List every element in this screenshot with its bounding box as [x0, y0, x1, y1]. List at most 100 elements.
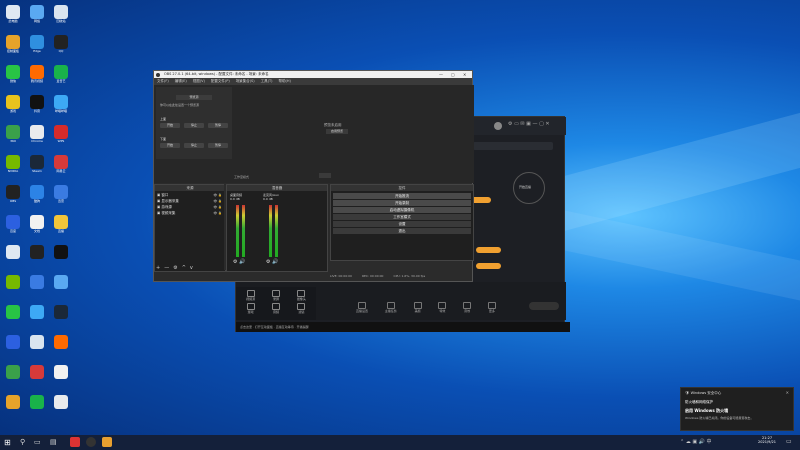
desktop-icon[interactable]: [26, 304, 48, 328]
desktop-icon[interactable]: [26, 334, 48, 358]
panel-button[interactable]: 暂停: [208, 123, 228, 128]
desktop-icon[interactable]: 控制面板: [2, 34, 24, 58]
desktop-icon[interactable]: 360: [2, 124, 24, 148]
bottom-tool[interactable]: 直播设置: [356, 302, 368, 316]
desktop-icon[interactable]: 游戏: [2, 94, 24, 118]
menu-item[interactable]: 文件(F): [157, 79, 169, 83]
desktop-icon[interactable]: Chrome: [26, 124, 48, 148]
notification-icon[interactable]: ▭: [786, 438, 792, 445]
desktop-icon[interactable]: [2, 274, 24, 298]
control-button[interactable]: 退出: [333, 228, 471, 234]
desktop-icon[interactable]: 直播: [50, 214, 72, 238]
menu-item[interactable]: 工具(T): [261, 79, 273, 83]
panel-button[interactable]: 开始: [160, 123, 180, 128]
desktop-icon[interactable]: QQ: [50, 34, 72, 58]
desktop-icon[interactable]: [26, 244, 48, 268]
live-tool[interactable]: 录屏: [264, 290, 287, 301]
taskbar-app-icon[interactable]: [102, 437, 112, 447]
minimize-icon[interactable]: —: [439, 71, 443, 78]
desktop-icon[interactable]: 迅雷: [50, 184, 72, 208]
desktop-icon[interactable]: 网络: [26, 4, 48, 28]
panel-button[interactable]: 停止: [184, 123, 204, 128]
desktop-icon[interactable]: [50, 394, 72, 418]
list-toolbar-button[interactable]: ^: [182, 265, 186, 271]
start-icon[interactable]: ⊞: [4, 438, 13, 447]
taskbar-app-icon[interactable]: [70, 437, 80, 447]
orange-toggle[interactable]: [476, 263, 501, 269]
mute-icon[interactable]: ⚙ 🔊: [266, 259, 278, 265]
eye-icon[interactable]: 👁 🔒: [214, 210, 223, 216]
desktop-icon[interactable]: [2, 334, 24, 358]
desktop-icon[interactable]: [2, 244, 24, 268]
obs-window[interactable]: OBS 27.0.1 (64-bit, windows) - 配置文件: 未命名…: [153, 70, 474, 282]
mute-icon[interactable]: ⚙ 🔊: [233, 259, 245, 265]
task-view-icon[interactable]: ▭: [34, 438, 41, 446]
desktop-icon[interactable]: 微信: [2, 64, 24, 88]
security-toast[interactable]: 🛡 Windows 安全中心 ✕ 防火墙和网络保护 启用 Windows 防火墙…: [680, 387, 794, 431]
live-tool[interactable]: 视频源: [239, 290, 262, 301]
file-explorer-icon[interactable]: ▤: [50, 438, 57, 446]
panel-button[interactable]: 停止: [184, 143, 204, 148]
control-button[interactable]: 启动虚拟摄像机: [333, 207, 471, 213]
menu-item[interactable]: 帮助(H): [279, 79, 291, 83]
desktop-icon[interactable]: WPS: [50, 124, 72, 148]
list-toolbar-button[interactable]: ⚙: [173, 265, 177, 271]
maximize-icon[interactable]: ▢: [451, 71, 455, 78]
bottom-tool[interactable]: 特效: [438, 302, 447, 316]
desktop-icon[interactable]: [50, 304, 72, 328]
desktop-icon[interactable]: 文档: [26, 214, 48, 238]
desktop-icon[interactable]: [50, 274, 72, 298]
list-toolbar-button[interactable]: —: [164, 265, 169, 271]
control-button[interactable]: 开始推流: [333, 193, 471, 199]
more-button[interactable]: [529, 302, 559, 310]
control-button[interactable]: 工作室模式: [333, 214, 471, 220]
desktop-icon[interactable]: 爱奇艺: [50, 64, 72, 88]
desktop-icon[interactable]: 此电脑: [2, 4, 24, 28]
desktop-icon[interactable]: 网易云: [50, 154, 72, 178]
list-toolbar-button[interactable]: v: [190, 265, 193, 271]
desktop-icon[interactable]: Edge: [26, 34, 48, 58]
panel-button[interactable]: 暂停: [208, 143, 228, 148]
search-icon[interactable]: ⚲: [20, 438, 25, 446]
preview-source-button[interactable]: 预览源: [176, 95, 212, 100]
live-tool[interactable]: 摄像头: [290, 290, 313, 301]
obs-taskbar-icon[interactable]: [86, 437, 96, 447]
control-button[interactable]: 开始录制: [333, 200, 471, 206]
desktop-icon[interactable]: [50, 334, 72, 358]
desktop-icon[interactable]: [2, 304, 24, 328]
desktop-icon[interactable]: 抖音: [26, 94, 48, 118]
source-item[interactable]: ▣ 视频采集 👁 🔒: [157, 210, 223, 216]
desktop-icon[interactable]: [50, 364, 72, 388]
live-tool[interactable]: 音频: [264, 303, 287, 314]
desktop-icon[interactable]: 酷狗: [26, 184, 48, 208]
avatar[interactable]: [494, 122, 502, 130]
bottom-tool[interactable]: 美颜: [413, 302, 422, 316]
desktop-icon[interactable]: OBS: [2, 184, 24, 208]
list-toolbar-button[interactable]: +: [156, 265, 160, 271]
menu-item[interactable]: 场景集合(S): [236, 79, 255, 83]
desktop-icon[interactable]: [2, 394, 24, 418]
bottom-tool[interactable]: 更多: [487, 302, 496, 316]
orange-toggle[interactable]: [476, 247, 501, 253]
desktop-icon[interactable]: 腾讯视频: [26, 64, 48, 88]
start-live-ring[interactable]: 开始直播: [513, 172, 545, 204]
enable-preview-button[interactable]: 启用预览: [326, 129, 348, 134]
desktop-icon[interactable]: [50, 244, 72, 268]
clock[interactable]: 21:27 2021/9/21: [752, 436, 782, 444]
bottom-tool[interactable]: 音效: [463, 302, 472, 316]
live-tool[interactable]: 滤镜: [290, 303, 313, 314]
desktop-icon[interactable]: Steam: [26, 154, 48, 178]
studio-toggle[interactable]: [319, 173, 331, 178]
menu-item[interactable]: 配置文件(P): [211, 79, 230, 83]
settings-icon[interactable]: ⚙ ▭ ✉ ▣ — ▢ ✕: [508, 121, 550, 127]
orange-toggle[interactable]: [471, 197, 491, 203]
close-icon[interactable]: ✕: [786, 390, 789, 395]
panel-button[interactable]: 开始: [160, 143, 180, 148]
control-button[interactable]: 设置: [333, 221, 471, 227]
tab-bar[interactable]: [473, 142, 553, 150]
desktop-icon[interactable]: [26, 364, 48, 388]
desktop-icon[interactable]: 哔哩哔哩: [50, 94, 72, 118]
menu-item[interactable]: 编辑(E): [175, 79, 187, 83]
desktop-icon[interactable]: 回收站: [50, 4, 72, 28]
live-tool[interactable]: 游戏: [239, 303, 262, 314]
